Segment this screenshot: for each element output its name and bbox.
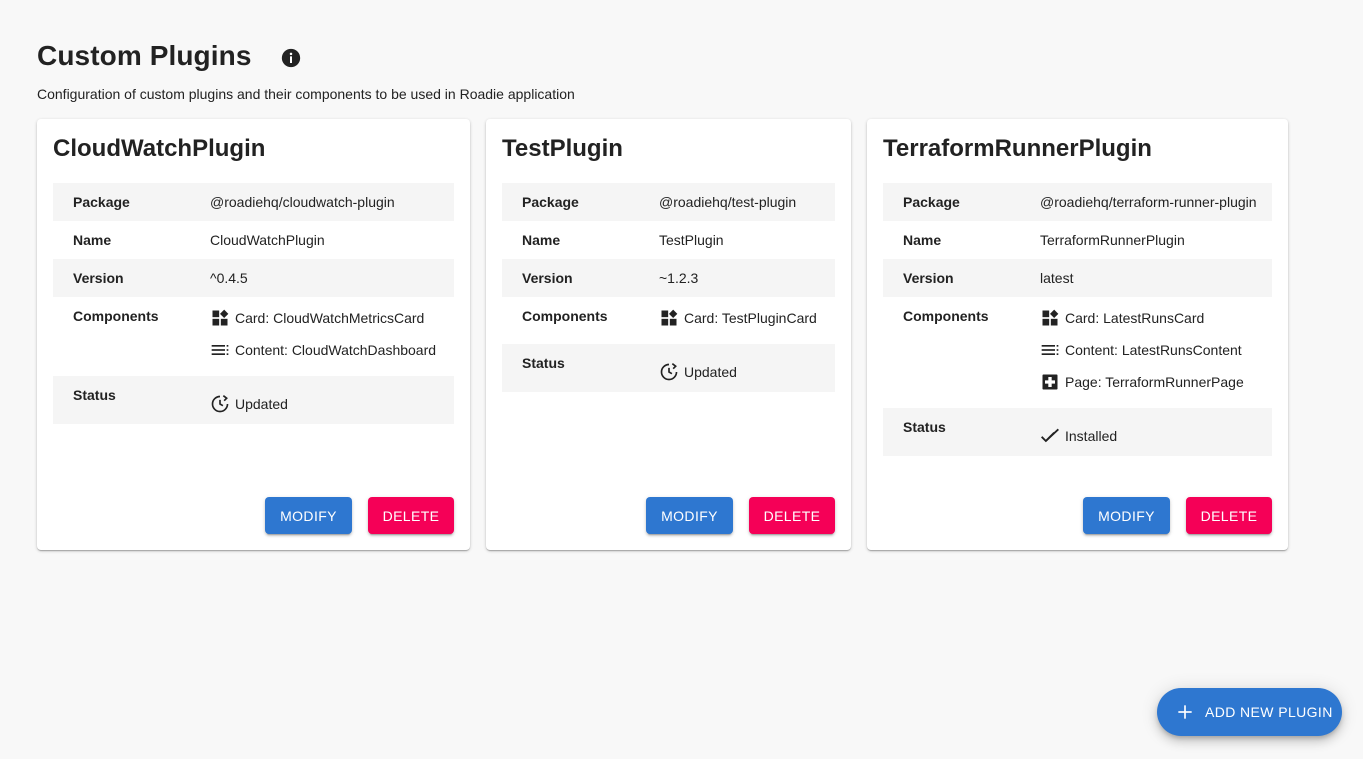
package-value: @roadiehq/terraform-runner-plugin [1040, 194, 1257, 210]
plugin-details-table: Package @roadiehq/cloudwatch-plugin Name… [53, 183, 454, 424]
name-label: Name [73, 232, 112, 248]
page-subtitle: Configuration of custom plugins and thei… [37, 86, 575, 102]
page-title: Custom Plugins [37, 40, 252, 71]
version-row: Version ^0.4.5 [53, 259, 454, 297]
status-label: Status [522, 355, 565, 371]
package-label: Package [522, 194, 579, 210]
page-header: Custom Plugins Configuration of custom p… [37, 40, 575, 102]
components-list: Card: LatestRunsCard Content: LatestRuns… [1040, 308, 1244, 398]
content-icon [1041, 345, 1059, 355]
name-label: Name [903, 232, 942, 248]
version-row: Version ~1.2.3 [502, 259, 835, 297]
name-row: Name CloudWatchPlugin [53, 221, 454, 259]
package-row: Package @roadiehq/test-plugin [502, 183, 835, 221]
status-row: Status Updated [502, 344, 835, 392]
installed-icon [1041, 428, 1059, 443]
component-text: Card: CloudWatchMetricsCard [235, 310, 425, 326]
modify-button[interactable]: MODIFY [1083, 497, 1170, 534]
version-value: latest [1040, 270, 1074, 286]
components-label: Components [903, 308, 989, 324]
version-value: ^0.4.5 [210, 270, 248, 286]
components-row: Components Card: LatestRunsCard Content:… [883, 297, 1272, 408]
plugin-title: CloudWatchPlugin [53, 135, 266, 162]
plus-icon [1178, 705, 1192, 719]
components-row: Components Card: TestPluginCard [502, 297, 835, 344]
updated-icon [211, 395, 229, 413]
component-text: Card: TestPluginCard [684, 310, 817, 326]
status-value: Updated [659, 352, 737, 392]
package-label: Package [903, 194, 960, 210]
plugin-card: CloudWatchPlugin Package @roadiehq/cloud… [37, 119, 470, 550]
plugin-details-table: Package @roadiehq/terraform-runner-plugi… [883, 183, 1272, 456]
package-value: @roadiehq/cloudwatch-plugin [210, 194, 395, 210]
component-item: Card: TestPluginCard [659, 302, 817, 334]
name-label: Name [522, 232, 561, 248]
version-row: Version latest [883, 259, 1272, 297]
version-label: Version [73, 270, 124, 286]
components-list: Card: CloudWatchMetricsCard Content: Clo… [210, 308, 436, 366]
card-icon [661, 309, 678, 326]
name-row: Name TestPlugin [502, 221, 835, 259]
plugin-title: TestPlugin [502, 135, 623, 162]
status-text: Updated [235, 396, 288, 412]
component-text: Content: CloudWatchDashboard [235, 342, 437, 358]
package-label: Package [73, 194, 130, 210]
component-item: Card: CloudWatchMetricsCard [210, 302, 436, 334]
status-row: Status Installed [883, 408, 1272, 456]
status-row: Status Updated [53, 376, 454, 424]
component-text: Card: LatestRunsCard [1065, 310, 1205, 326]
version-label: Version [903, 270, 954, 286]
status-label: Status [903, 419, 946, 435]
status-text: Installed [1065, 428, 1118, 444]
package-row: Package @roadiehq/terraform-runner-plugi… [883, 183, 1272, 221]
modify-button[interactable]: MODIFY [265, 497, 352, 534]
name-value: TestPlugin [659, 232, 724, 248]
components-row: Components Card: CloudWatchMetricsCard C… [53, 297, 454, 376]
component-text: Page: TerraformRunnerPage [1065, 374, 1244, 390]
delete-button[interactable]: DELETE [368, 497, 454, 534]
card-icon [212, 309, 229, 326]
package-value: @roadiehq/test-plugin [659, 194, 797, 210]
version-value: ~1.2.3 [659, 270, 699, 286]
component-item: Content: LatestRunsContent [1040, 334, 1244, 366]
component-item: Content: CloudWatchDashboard [210, 334, 436, 366]
components-label: Components [522, 308, 608, 324]
name-row: Name TerraformRunnerPlugin [883, 221, 1272, 259]
card-icon [1042, 309, 1059, 326]
plugin-card: TerraformRunnerPlugin Package @roadiehq/… [867, 119, 1288, 550]
info-icon[interactable] [281, 48, 301, 68]
component-text: Content: LatestRunsContent [1065, 342, 1242, 358]
version-label: Version [522, 270, 573, 286]
component-item: Page: TerraformRunnerPage [1040, 366, 1244, 398]
name-value: CloudWatchPlugin [210, 232, 325, 248]
plugin-card: TestPlugin Package @roadiehq/test-plugin… [486, 119, 851, 550]
page-icon [1042, 374, 1058, 390]
delete-button[interactable]: DELETE [1186, 497, 1272, 534]
package-row: Package @roadiehq/cloudwatch-plugin [53, 183, 454, 221]
delete-button[interactable]: DELETE [749, 497, 835, 534]
component-item: Card: LatestRunsCard [1040, 302, 1244, 334]
components-list: Card: TestPluginCard [659, 308, 817, 334]
status-label: Status [73, 387, 116, 403]
status-value: Installed [1040, 416, 1117, 456]
updated-icon [660, 363, 678, 381]
status-text: Updated [684, 364, 737, 380]
components-label: Components [73, 308, 159, 324]
status-value: Updated [210, 384, 288, 424]
plugin-details-table: Package @roadiehq/test-plugin Name TestP… [502, 183, 835, 392]
modify-button[interactable]: MODIFY [646, 497, 733, 534]
content-icon [211, 345, 229, 355]
add-new-plugin-button[interactable]: ADD NEW PLUGIN [1157, 688, 1342, 736]
name-value: TerraformRunnerPlugin [1040, 232, 1185, 248]
add-new-plugin-label: ADD NEW PLUGIN [1205, 704, 1333, 720]
plugin-title: TerraformRunnerPlugin [883, 135, 1152, 162]
